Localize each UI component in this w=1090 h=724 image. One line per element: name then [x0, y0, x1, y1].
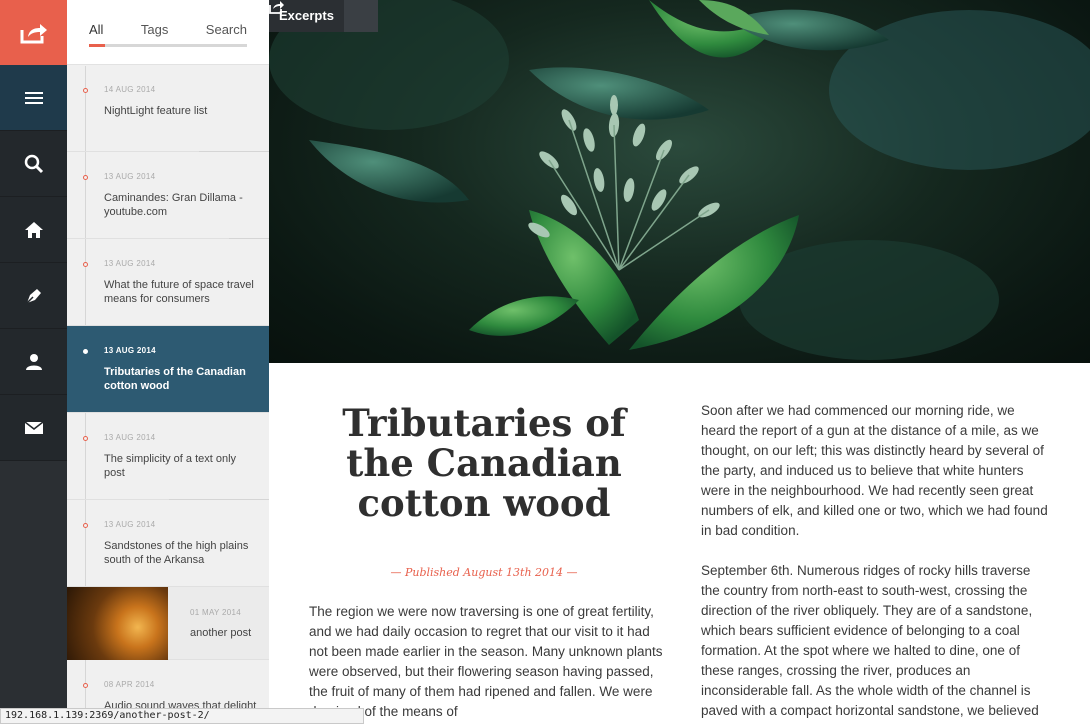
post-date: 13 AUG 2014 — [104, 259, 156, 268]
menu-icon — [24, 91, 43, 104]
list-item-with-thumbnail[interactable]: 01 MAY 2014 another post — [67, 587, 269, 660]
tab-tags[interactable]: Tags — [141, 22, 168, 64]
tab-indicator-track — [89, 44, 247, 47]
timeline-dot — [83, 683, 88, 688]
article-text-right: Soon after we had commenced our morning … — [701, 401, 1051, 724]
mail-button[interactable] — [0, 395, 67, 461]
timeline-dot — [83, 436, 88, 441]
article-text-left: The region we were now traversing is one… — [309, 604, 663, 719]
post-title: What the future of space travel means fo… — [104, 279, 254, 305]
list-item[interactable]: 13 AUG 2014 Caminandes: Gran Dillama - y… — [67, 152, 269, 239]
hero-image: Excerpts — [269, 0, 1090, 363]
post-date: 08 APR 2014 — [104, 680, 155, 689]
tab-indicator — [89, 44, 105, 47]
post-date: 13 AUG 2014 — [104, 433, 156, 442]
timeline-dot — [83, 523, 88, 528]
post-title: Tributaries of the Canadian cotton wood — [104, 366, 246, 392]
post-date: 13 AUG 2014 — [104, 520, 156, 529]
post-title: Sandstones of the high plains south of t… — [104, 540, 249, 566]
home-button[interactable] — [0, 197, 67, 263]
post-title: The simplicity of a text only post — [104, 453, 237, 479]
post-title: Caminandes: Gran Dillama - youtube.com — [104, 192, 243, 218]
share-icon — [20, 23, 47, 43]
excerpts-toolbar: Excerpts — [269, 0, 378, 32]
pen-icon — [25, 288, 41, 304]
post-title: NightLight feature list — [104, 105, 208, 117]
article: Tributaries of the Canadian cotton wood … — [269, 363, 1090, 724]
list-item[interactable]: 13 AUG 2014 What the future of space tra… — [67, 239, 269, 326]
post-list-panel: All Tags Search 14 AUG 2014 NightLight f… — [67, 0, 269, 724]
tab-all[interactable]: All — [89, 22, 103, 64]
tab-search[interactable]: Search — [206, 22, 247, 64]
profile-button[interactable] — [0, 329, 67, 395]
list-item[interactable]: 13 AUG 2014 The simplicity of a text onl… — [67, 413, 269, 500]
search-icon — [24, 154, 43, 173]
post-date: 14 AUG 2014 — [104, 85, 156, 94]
timeline-dot — [83, 88, 88, 93]
share-icon — [269, 1, 284, 14]
post-date: 13 AUG 2014 — [104, 172, 156, 181]
mail-icon — [24, 420, 43, 434]
icon-rail — [0, 0, 67, 724]
post-date: 13 AUG 2014 — [104, 346, 156, 355]
search-button[interactable] — [0, 131, 67, 197]
post-date: 01 MAY 2014 — [190, 608, 242, 617]
list-item-active[interactable]: 13 AUG 2014 Tributaries of the Canadian … — [67, 326, 269, 413]
post-thumbnail — [67, 587, 168, 660]
published-date: — Published August 13th 2014 — — [390, 566, 578, 579]
list-item[interactable]: 13 AUG 2014 Sandstones of the high plain… — [67, 500, 269, 587]
article-paragraph: Soon after we had commenced our morning … — [701, 403, 1048, 538]
user-icon — [25, 353, 42, 370]
menu-button[interactable] — [0, 65, 67, 131]
article-paragraph: September 6th. Numerous ridges of rocky … — [701, 563, 1039, 718]
browser-status-bar: 192.168.1.139:2369/another-post-2/ — [0, 708, 364, 724]
leaves-illustration — [269, 0, 1090, 360]
post-title: another post — [190, 627, 252, 639]
share-button[interactable] — [0, 0, 67, 65]
share-post-button[interactable] — [269, 0, 378, 32]
list-item[interactable]: 14 AUG 2014 NightLight feature list — [67, 65, 269, 152]
timeline-dot — [83, 175, 88, 180]
home-icon — [24, 221, 43, 238]
timeline-dot — [83, 349, 88, 354]
filter-tabs: All Tags Search — [67, 0, 269, 65]
write-button[interactable] — [0, 263, 67, 329]
timeline-dot — [83, 262, 88, 267]
article-title: Tributaries of the Canadian cotton wood — [342, 401, 626, 525]
